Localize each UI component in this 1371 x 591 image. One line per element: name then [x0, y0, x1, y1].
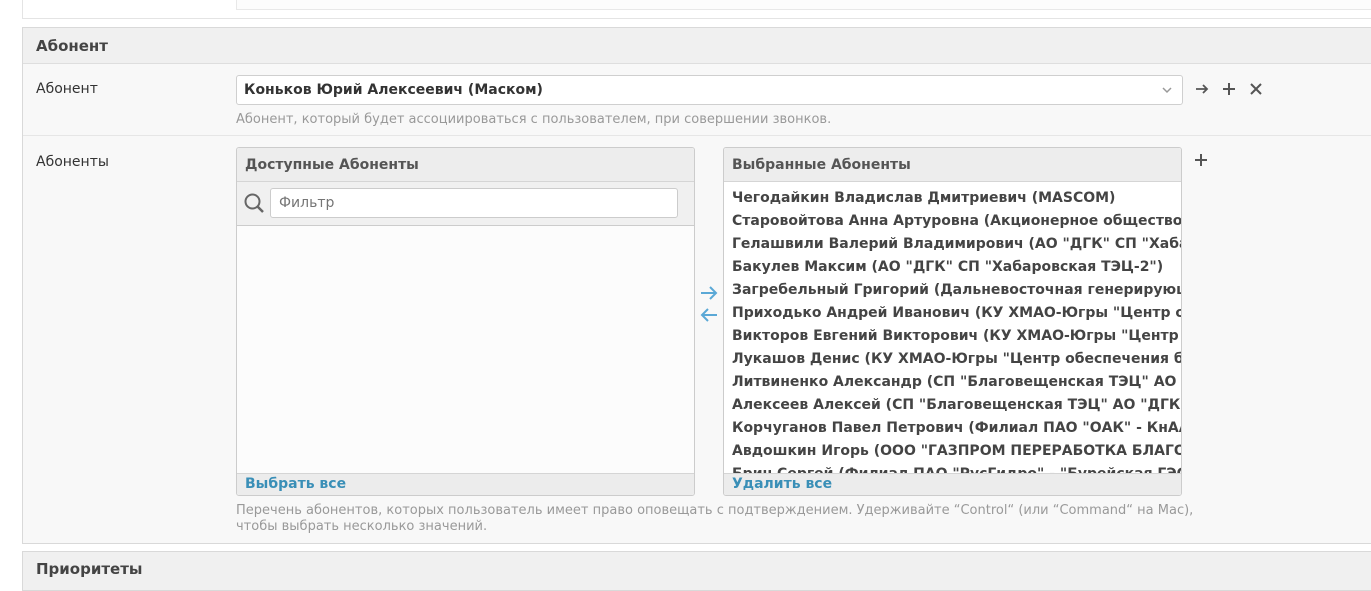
subscriber-help: Абонент, который будет ассоциироваться с…: [236, 112, 832, 127]
list-item[interactable]: Бакулев Максим (АО "ДГК" СП "Хабаровская…: [724, 256, 1181, 279]
filter-bar: [237, 182, 694, 226]
subscriber-actions: [1193, 80, 1265, 98]
plus-icon[interactable]: [1220, 80, 1238, 98]
subscribers-help: Перечень абонентов, которых пользователь…: [236, 503, 1194, 534]
chosen-subscribers-title: Выбранные Абоненты: [724, 148, 1181, 182]
list-item[interactable]: Авдошкин Игорь (ООО "ГАЗПРОМ ПЕРЕРАБОТКА…: [724, 440, 1181, 463]
available-subscribers-box: Доступные Абоненты Выбрать все: [236, 147, 695, 496]
list-item[interactable]: Чегодайкин Владислав Дмитриевич (MASCOM): [724, 187, 1181, 210]
subscribers-label: Абоненты: [36, 154, 109, 170]
subscriber-section: Абонент Абонент Коньков Юрий Алексеевич …: [22, 27, 1371, 544]
previous-field-box: [236, 0, 1371, 10]
subscriber-select-value: Коньков Юрий Алексеевич (Маском): [244, 82, 543, 98]
list-item[interactable]: Алексеев Алексей (СП "Благовещенская ТЭЦ…: [724, 394, 1181, 417]
choose-all-link[interactable]: Выбрать все: [237, 473, 694, 495]
close-icon[interactable]: [1247, 80, 1265, 98]
priorities-section-title: Приоритеты: [22, 551, 1371, 591]
arrow-right-icon[interactable]: [698, 282, 720, 304]
chosen-subscribers-list[interactable]: Чегодайкин Владислав Дмитриевич (MASCOM)…: [724, 182, 1181, 474]
previous-field-strip: [22, 0, 1371, 19]
chosen-subscribers-box: Выбранные Абоненты Чегодайкин Владислав …: [723, 147, 1182, 496]
subscribers-row: Абоненты Доступные Абоненты Выбрать все …: [23, 136, 1371, 544]
filter-input[interactable]: [270, 188, 678, 218]
available-subscribers-title: Доступные Абоненты: [237, 148, 694, 182]
subscriber-row: Абонент Коньков Юрий Алексеевич (Маском)…: [23, 64, 1371, 136]
available-subscribers-list[interactable]: [237, 226, 694, 474]
subscriber-select[interactable]: Коньков Юрий Алексеевич (Маском): [236, 75, 1183, 105]
remove-all-link[interactable]: Удалить все: [724, 473, 1181, 495]
list-item[interactable]: Корчуганов Павел Петрович (Филиал ПАО "О…: [724, 417, 1181, 440]
list-item[interactable]: Гелашвили Валерий Владимирович (АО "ДГК"…: [724, 233, 1181, 256]
magnifier-icon: [243, 192, 265, 214]
plus-icon[interactable]: [1193, 152, 1211, 170]
arrow-right-icon[interactable]: [1193, 80, 1211, 98]
move-arrows: [698, 282, 720, 326]
list-item[interactable]: Лукашов Денис (КУ ХМАО-Югры "Центр обесп…: [724, 348, 1181, 371]
list-item[interactable]: Приходько Андрей Иванович (КУ ХМАО-Югры …: [724, 302, 1181, 325]
section-title: Абонент: [23, 28, 1371, 64]
list-item[interactable]: Литвиненко Александр (СП "Благовещенская…: [724, 371, 1181, 394]
list-item[interactable]: Загребельный Григорий (Дальневосточная г…: [724, 279, 1181, 302]
list-item[interactable]: Викторов Евгений Викторович (КУ ХМАО-Югр…: [724, 325, 1181, 348]
arrow-left-icon[interactable]: [698, 304, 720, 326]
chevron-down-icon[interactable]: [1160, 83, 1174, 97]
list-item[interactable]: Старовойтова Анна Артуровна (Акционерное…: [724, 210, 1181, 233]
subscriber-label: Абонент: [36, 81, 98, 97]
